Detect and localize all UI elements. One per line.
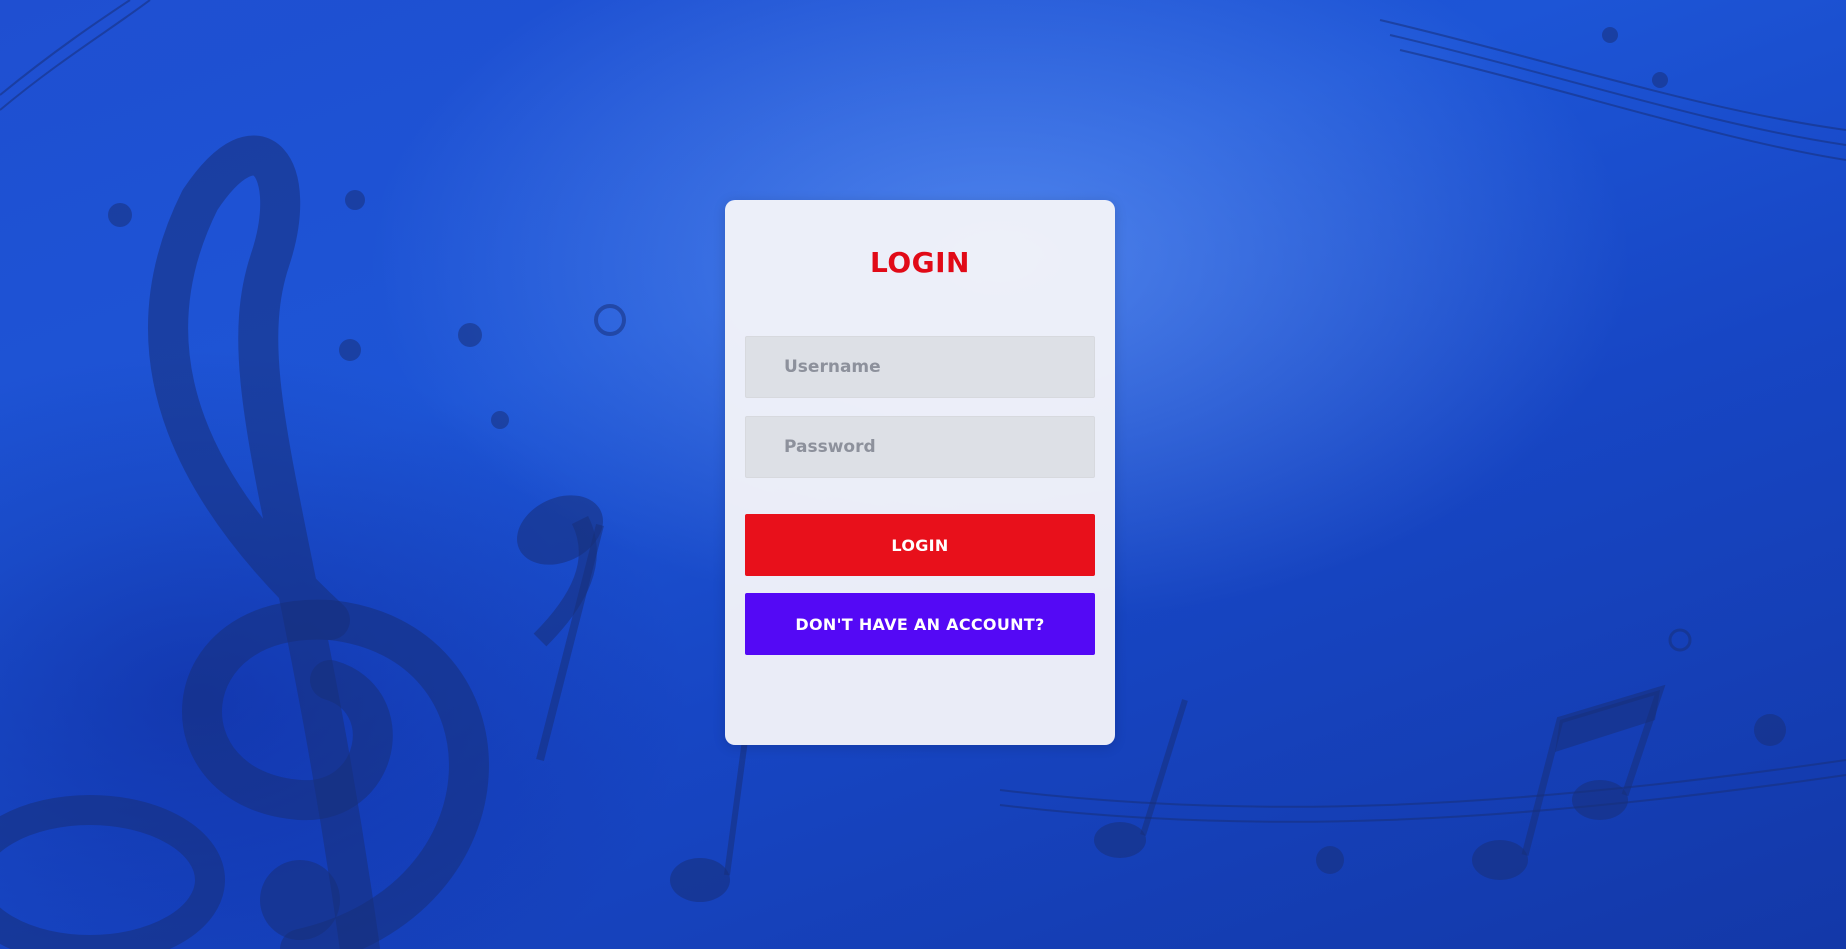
login-card: LOGIN LOGIN DON'T HAVE AN ACCOUNT? xyxy=(725,200,1115,745)
password-input[interactable] xyxy=(745,416,1095,478)
treble-clef-icon xyxy=(148,135,489,949)
signup-link-button[interactable]: DON'T HAVE AN ACCOUNT? xyxy=(745,593,1095,655)
login-button[interactable]: LOGIN xyxy=(745,514,1095,576)
login-title: LOGIN xyxy=(870,246,970,279)
username-input[interactable] xyxy=(745,336,1095,398)
